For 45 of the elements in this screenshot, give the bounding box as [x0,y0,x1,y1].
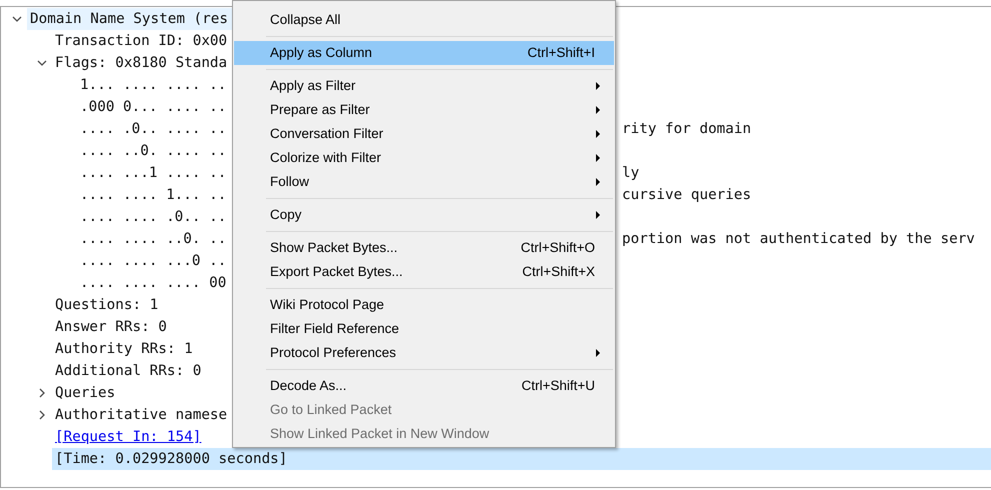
tree-item[interactable]: 1... .... .... .. [77,74,230,96]
menu-item[interactable]: Apply as Column Ctrl+Shift+I [234,41,614,65]
tree-item[interactable]: .000 0... .... .. [77,96,230,118]
chevron-down-icon[interactable] [37,58,47,68]
tree-item[interactable]: Transaction ID: 0x00 [52,30,230,52]
tree-item[interactable]: .... .0.. .... .. [77,118,230,140]
chevron-down-icon[interactable] [12,14,22,24]
tree-item-text: cursive queries [622,186,752,205]
tree-item[interactable]: .... .... 1... .. [77,184,230,206]
shortcut-label: Ctrl+Shift+O [520,238,595,257]
tree-item[interactable]: Queries [52,382,118,404]
menu-item[interactable]: Protocol Preferences [234,341,614,365]
tree-item-text: rity for domain [622,120,752,139]
tree-item[interactable]: .... .... ...0 .. [77,250,230,272]
tree-item[interactable]: .... .... .... 00 [77,272,230,294]
menu-item[interactable]: Conversation Filter [234,122,614,146]
menu-item[interactable]: Export Packet Bytes... Ctrl+Shift+X [234,260,614,284]
tree-item[interactable]: [Time: 0.029928000 seconds] [52,448,991,470]
menu-item[interactable]: Apply as Filter [234,74,614,98]
tree-item[interactable]: Authority RRs: 1 [52,338,196,360]
tree-item[interactable]: .... ..0. .... .. [77,140,230,162]
menu-item[interactable]: Show Packet Bytes... Ctrl+Shift+O [234,236,614,260]
menu-item[interactable]: Copy [234,203,614,227]
tree-item[interactable]: .... .... .0.. .. [77,206,230,228]
tree-item[interactable]: Additional RRs: 0 [52,360,204,382]
menu-item[interactable]: Filter Field Reference [234,317,614,341]
menu-item[interactable]: Wiki Protocol Page [234,293,614,317]
tree-item[interactable]: Flags: 0x8180 Standa [52,52,230,74]
tree-item-text: portion was not authenticated by the serv [622,230,975,249]
tree-item-text: ly [622,164,640,183]
menu-item[interactable]: Prepare as Filter [234,98,614,122]
menu-item[interactable]: Decode As... Ctrl+Shift+U [234,374,614,398]
chevron-right-icon[interactable] [37,410,47,420]
shortcut-label: Ctrl+Shift+X [522,262,595,281]
tree-item[interactable]: .... ...1 .... .. [77,162,230,184]
tree-item[interactable]: Authoritative namese [52,404,230,426]
chevron-right-icon[interactable] [37,388,47,398]
menu-item[interactable]: Follow [234,170,614,194]
tree-item[interactable]: Answer RRs: 0 [52,316,170,338]
shortcut-label: Ctrl+Shift+I [527,44,595,62]
tree-item[interactable]: Questions: 1 [52,294,162,316]
menu-item[interactable]: Colorize with Filter [234,146,614,170]
tree-item[interactable]: .... .... ..0. .. [77,228,230,250]
link[interactable]: [Request In: 154] [52,426,204,448]
shortcut-label: Ctrl+Shift+U [521,376,595,395]
